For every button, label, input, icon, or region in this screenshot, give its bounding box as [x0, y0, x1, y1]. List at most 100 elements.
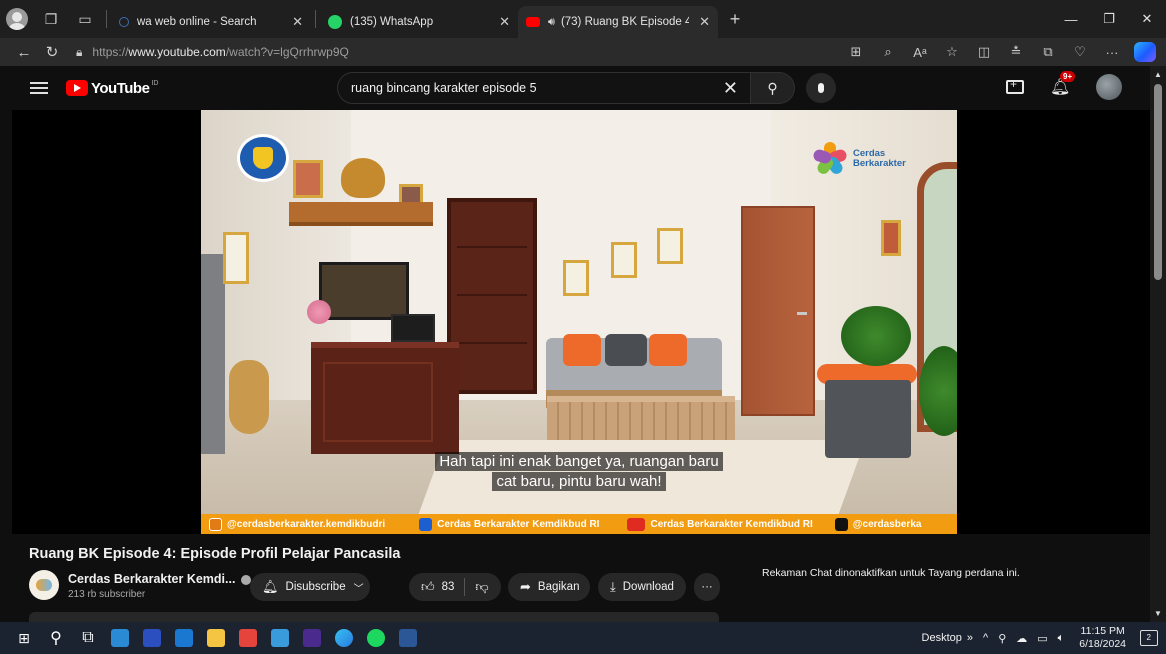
photos-app[interactable] [264, 622, 296, 654]
animate-app[interactable] [296, 622, 328, 654]
video-player[interactable]: Cerdas Berkarakter Hah tapi ini enak ban… [12, 110, 1150, 534]
download-icon: ⤓ [610, 579, 616, 594]
profile-button[interactable] [0, 0, 34, 38]
network-icon[interactable]: ▭ [1037, 632, 1047, 645]
scroll-down-icon[interactable]: ▼ [1154, 609, 1162, 618]
brand-text: Cerdas Berkarakter [853, 149, 906, 169]
task-view-button[interactable]: ⧉ [72, 622, 104, 654]
read-aloud-icon[interactable]: Aᵃ [904, 45, 936, 60]
close-tab-icon[interactable]: ✕ [691, 14, 710, 30]
split-screen-icon[interactable]: ◫ [968, 44, 1000, 60]
channel-name-link[interactable]: Cerdas Berkarakter Kemdi... [68, 572, 252, 586]
pen-menu-icon[interactable]: ⚲ [998, 632, 1006, 645]
tab-actions-icon[interactable]: ▭ [68, 0, 102, 38]
favorite-star-icon[interactable]: ☆ [936, 44, 968, 60]
clock-date: 6/18/2024 [1079, 638, 1126, 650]
photo-app[interactable] [232, 622, 264, 654]
search-taskbar-button[interactable]: ⚲ [40, 622, 72, 654]
profile-icon [6, 8, 28, 30]
scene-garuda [341, 158, 385, 198]
share-icon: ➦ [520, 579, 531, 594]
lark-app[interactable] [136, 622, 168, 654]
account-avatar[interactable] [1096, 74, 1122, 100]
audio-playing-icon[interactable]: 🔊︎ [548, 16, 555, 29]
word-icon [399, 629, 417, 647]
notifications-button[interactable]: 🔔︎ 9+ [1050, 71, 1076, 97]
youtube-logo[interactable]: YouTube ID [66, 80, 158, 97]
url-field[interactable]: 🔒︎ https://www.youtube.com/watch?v=lgQrr… [76, 40, 349, 64]
refresh-icon[interactable]: ↻ [38, 39, 66, 65]
voice-search-button[interactable] [806, 73, 836, 103]
clock[interactable]: 11:15 PM 6/18/2024 [1079, 625, 1126, 651]
channel-avatar[interactable] [29, 570, 59, 600]
desktop-toolbar-label[interactable]: Desktop [922, 632, 962, 644]
cloud-icon[interactable]: ☁︎ [1016, 632, 1027, 645]
dislike-icon[interactable]: 👎︎ [475, 579, 488, 595]
scene-cabinet [201, 254, 225, 454]
brand-line: Berkarakter [853, 158, 906, 169]
share-button[interactable]: ➦ Bagikan [508, 573, 590, 601]
collections-icon[interactable]: ⧉ [1032, 44, 1064, 60]
favorites-icon[interactable]: ≛ [1000, 44, 1032, 60]
word-app[interactable] [392, 622, 424, 654]
scene-door [741, 206, 815, 416]
folder-icon [207, 629, 225, 647]
minimize-icon[interactable]: — [1052, 0, 1090, 38]
download-button[interactable]: ⤓ Download [598, 573, 686, 601]
chevron-down-icon: ﹀ [353, 583, 364, 595]
mail-app[interactable] [168, 622, 200, 654]
address-bar-actions: ⊞ ⌕ Aᵃ ☆ ◫ ≛ ⧉ ♡ ··· [840, 42, 1156, 62]
photos-icon [271, 629, 289, 647]
file-explorer-app[interactable] [200, 622, 232, 654]
volume-icon[interactable]: 🔈︎ [1058, 632, 1065, 645]
tab-whatsapp[interactable]: (135) WhatsApp ✕ [320, 7, 518, 37]
toolbar-expand-icon[interactable]: » [967, 632, 973, 644]
scene-pillow [605, 334, 647, 366]
like-icon[interactable]: 👍︎ [421, 579, 435, 595]
spotify-app[interactable] [360, 622, 392, 654]
scene-guitar [229, 360, 269, 434]
close-tab-icon[interactable]: ✕ [284, 14, 303, 30]
browser-essentials-icon[interactable]: ♡ [1064, 44, 1096, 60]
tab-youtube[interactable]: 🔊︎ (73) Ruang BK Episode 4: Ep ✕ [518, 6, 718, 38]
restore-icon[interactable]: ❐ [1090, 0, 1128, 38]
search-button[interactable]: ⚲ [751, 72, 795, 104]
workspaces-icon[interactable]: ❐ [34, 0, 68, 38]
close-window-icon[interactable]: ✕ [1128, 0, 1166, 38]
scroll-up-icon[interactable]: ▲ [1154, 70, 1162, 79]
clear-search-icon[interactable]: ✕ [723, 78, 738, 99]
edge-app[interactable] [328, 622, 360, 654]
copilot-icon[interactable] [1134, 42, 1156, 62]
scene-tv [319, 262, 409, 320]
new-tab-button[interactable]: + [718, 0, 752, 38]
scene-coffee-table [547, 396, 735, 440]
animate-icon [303, 629, 321, 647]
chat-disabled-note: Rekaman Chat dinonaktifkan untuk Tayang … [762, 567, 1020, 579]
more-actions-button[interactable]: ··· [694, 573, 720, 601]
notification-center-icon[interactable]: 2 [1140, 630, 1158, 646]
video-frame[interactable]: Cerdas Berkarakter Hah tapi ini enak ban… [201, 110, 957, 534]
close-tab-icon[interactable]: ✕ [491, 14, 510, 30]
video-subtitles: Hah tapi ini enak banget ya, ruangan bar… [428, 452, 730, 492]
search-input[interactable]: ruang bincang karakter episode 5 ✕ [337, 72, 751, 104]
scene-flowers [307, 300, 331, 324]
start-button[interactable]: ⊞ [8, 622, 40, 654]
more-menu-icon[interactable]: ··· [1096, 45, 1128, 60]
scene-picture [563, 260, 589, 296]
scrollbar-thumb[interactable] [1154, 84, 1162, 280]
page-scrollbar[interactable]: ▲ ▼ [1150, 66, 1166, 622]
subscribe-label: Disubscribe [285, 581, 346, 593]
zoom-icon[interactable]: ⌕ [872, 44, 904, 60]
store-app[interactable] [104, 622, 136, 654]
search-favicon-icon [119, 17, 129, 27]
app-available-icon[interactable]: ⊞ [840, 44, 872, 60]
scene-shelf [289, 202, 433, 226]
show-hidden-icons-icon[interactable]: ^ [983, 632, 988, 644]
tab-search[interactable]: wa web online - Search ✕ [111, 7, 311, 37]
back-icon[interactable]: ← [10, 39, 38, 65]
create-icon[interactable] [1006, 77, 1024, 94]
menu-icon[interactable] [30, 79, 48, 97]
lock-icon: 🔒︎ [76, 44, 83, 59]
subscribe-button[interactable]: 🔔︎ Disubscribe ﹀ [250, 573, 370, 601]
microphone-icon [818, 83, 824, 93]
